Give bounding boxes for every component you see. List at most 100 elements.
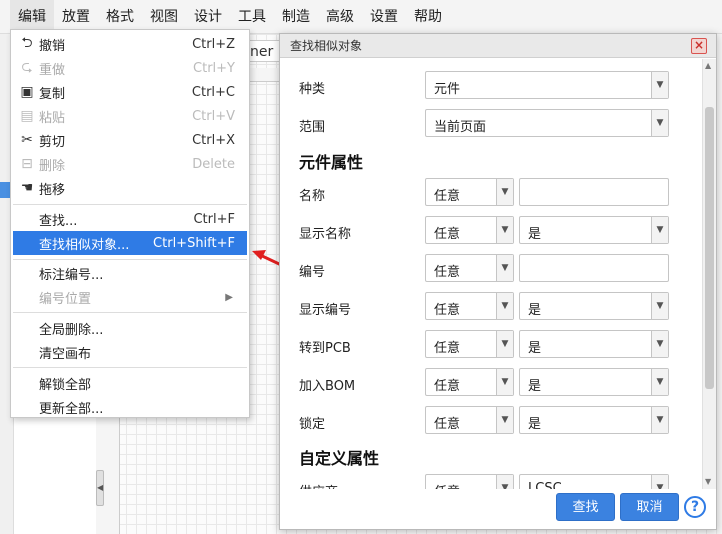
help-icon[interactable]: ? [684,496,706,518]
scroll-down-icon[interactable]: ▼ [705,477,711,486]
collapse-handle[interactable]: ◀ [96,470,104,506]
scrollbar-thumb[interactable] [705,107,714,389]
dialog-footer: 查找 取消 ? [280,489,716,529]
dialog-title: 查找相似对象 [280,34,716,58]
horizontal-ruler [250,68,280,82]
edit-menu: ⮌ 撤销 Ctrl+Z ⮎ 重做 Ctrl+Y ▣ 复制 Ctrl+C ▤ 粘贴… [10,29,250,418]
supplier-match-select[interactable]: 任意 ▼ [425,474,514,489]
locked-match-select[interactable]: 任意 ▼ [425,406,514,434]
chevron-down-icon: ▼ [651,407,668,433]
dialog-scrollbar[interactable]: ▲ ▼ [702,59,716,489]
menu-item-redo[interactable]: ⮎ 重做 Ctrl+Y [13,56,247,80]
bom-match-select[interactable]: 任意 ▼ [425,368,514,396]
menu-item-undo[interactable]: ⮌ 撤销 Ctrl+Z [13,32,247,56]
chevron-down-icon: ▼ [496,179,513,205]
row-name: 名称 任意 ▼ [280,178,702,208]
right-panel-edge [717,34,722,534]
chevron-down-icon: ▼ [651,369,668,395]
trash-icon: ⊟ [21,156,33,172]
menu-item-find-similar[interactable]: 查找相似对象... Ctrl+Shift+F [13,231,247,255]
display-name-match-select[interactable]: 任意 ▼ [425,216,514,244]
document-tab[interactable]: ner - [250,40,280,82]
section-custom-props: 自定义属性 [299,449,380,468]
find-button[interactable]: 查找 [556,493,615,521]
menu-item-designator-position[interactable]: 编号位置 ▶ [13,285,247,309]
chevron-down-icon: ▼ [496,407,513,433]
chevron-down-icon: ▼ [496,369,513,395]
row-designator: 编号 任意 ▼ [280,254,702,284]
menu-item-annotate[interactable]: 标注编号... [13,261,247,285]
menu-item-find[interactable]: 查找... Ctrl+F [13,207,247,231]
field-label: 范围 [299,120,326,135]
find-similar-dialog: 查找相似对象 × 种类 元件 ▼ 范围 当前页面 ▼ 元件属性 名称 任意 ▼ [279,33,717,530]
locked-value-select[interactable]: 是 ▼ [519,406,669,434]
menu-item-paste[interactable]: ▤ 粘贴 Ctrl+V [13,104,247,128]
display-designator-value-select[interactable]: 是 ▼ [519,292,669,320]
menu-help[interactable]: 帮助 [406,0,450,34]
scroll-up-icon[interactable]: ▲ [705,61,711,70]
name-input[interactable] [519,178,669,206]
display-designator-match-select[interactable]: 任意 ▼ [425,292,514,320]
field-label: 显示编号 [299,303,352,318]
kind-select[interactable]: 元件 ▼ [425,71,669,99]
row-kind: 种类 元件 ▼ [280,71,702,101]
menu-separator [13,312,247,313]
convert-pcb-value-select[interactable]: 是 ▼ [519,330,669,358]
row-display-name: 显示名称 任意 ▼ 是 ▼ [280,216,702,246]
row-convert-to-pcb: 转到PCB 任意 ▼ 是 ▼ [280,330,702,360]
row-supplier: 供应商 任意 ▼ LCSC ▼ [280,474,702,489]
menu-settings[interactable]: 设置 [362,0,406,34]
chevron-down-icon: ▼ [496,255,513,281]
chevron-down-icon: ▼ [651,331,668,357]
name-match-select[interactable]: 任意 ▼ [425,178,514,206]
menu-item-unlock-all[interactable]: 解锁全部 [13,371,247,395]
field-label: 加入BOM [299,379,356,394]
menu-item-cut[interactable]: ✂ 剪切 Ctrl+X [13,128,247,152]
chevron-down-icon: ▼ [651,72,668,98]
field-label: 供应商 [299,481,338,489]
scissors-icon: ✂ [21,132,33,148]
hand-icon: ☚ [20,180,34,196]
field-label: 锁定 [299,417,326,432]
submenu-arrow-icon: ▶ [225,291,233,303]
menu-advanced[interactable]: 高级 [318,0,362,34]
chevron-down-icon: ▼ [496,217,513,243]
bom-value-select[interactable]: 是 ▼ [519,368,669,396]
cancel-button[interactable]: 取消 [620,493,679,521]
paste-icon: ▤ [20,108,34,124]
designator-match-select[interactable]: 任意 ▼ [425,254,514,282]
menu-separator [13,367,247,368]
menu-item-pan[interactable]: ☚ 拖移 [13,176,247,200]
field-label: 名称 [299,189,326,204]
menu-manufacture[interactable]: 制造 [274,0,318,34]
field-label: 种类 [299,82,326,97]
redo-icon: ⮎ [21,59,33,75]
chevron-down-icon: ▼ [496,475,513,489]
chevron-down-icon: ▼ [496,331,513,357]
menu-item-clear-canvas[interactable]: 清空画布 [13,340,247,364]
convert-pcb-match-select[interactable]: 任意 ▼ [425,330,514,358]
row-scope: 范围 当前页面 ▼ [280,109,702,139]
menu-item-copy[interactable]: ▣ 复制 Ctrl+C [13,80,247,104]
section-component-props: 元件属性 [299,153,364,172]
row-locked: 锁定 任意 ▼ 是 ▼ [280,406,702,436]
supplier-value-select[interactable]: LCSC ▼ [519,474,669,489]
display-name-value-select[interactable]: 是 ▼ [519,216,669,244]
scope-select[interactable]: 当前页面 ▼ [425,109,669,137]
dialog-body: 种类 元件 ▼ 范围 当前页面 ▼ 元件属性 名称 任意 ▼ 显示名称 任意 ▼… [280,59,716,489]
chevron-down-icon: ▼ [651,475,668,489]
menu-separator [13,204,247,205]
row-add-to-bom: 加入BOM 任意 ▼ 是 ▼ [280,368,702,398]
menu-separator [13,259,247,260]
menu-item-delete[interactable]: ⊟ 删除 Delete [13,152,247,176]
menu-item-update-all[interactable]: 更新全部... [13,395,247,419]
chevron-down-icon: ▼ [651,293,668,319]
chevron-down-icon: ▼ [651,217,668,243]
close-icon[interactable]: × [691,38,707,54]
row-display-designator: 显示编号 任意 ▼ 是 ▼ [280,292,702,322]
field-label: 转到PCB [299,341,351,356]
chevron-down-icon: ▼ [651,110,668,136]
menu-item-global-delete[interactable]: 全局删除... [13,316,247,340]
copy-icon: ▣ [20,84,34,100]
designator-input[interactable] [519,254,669,282]
